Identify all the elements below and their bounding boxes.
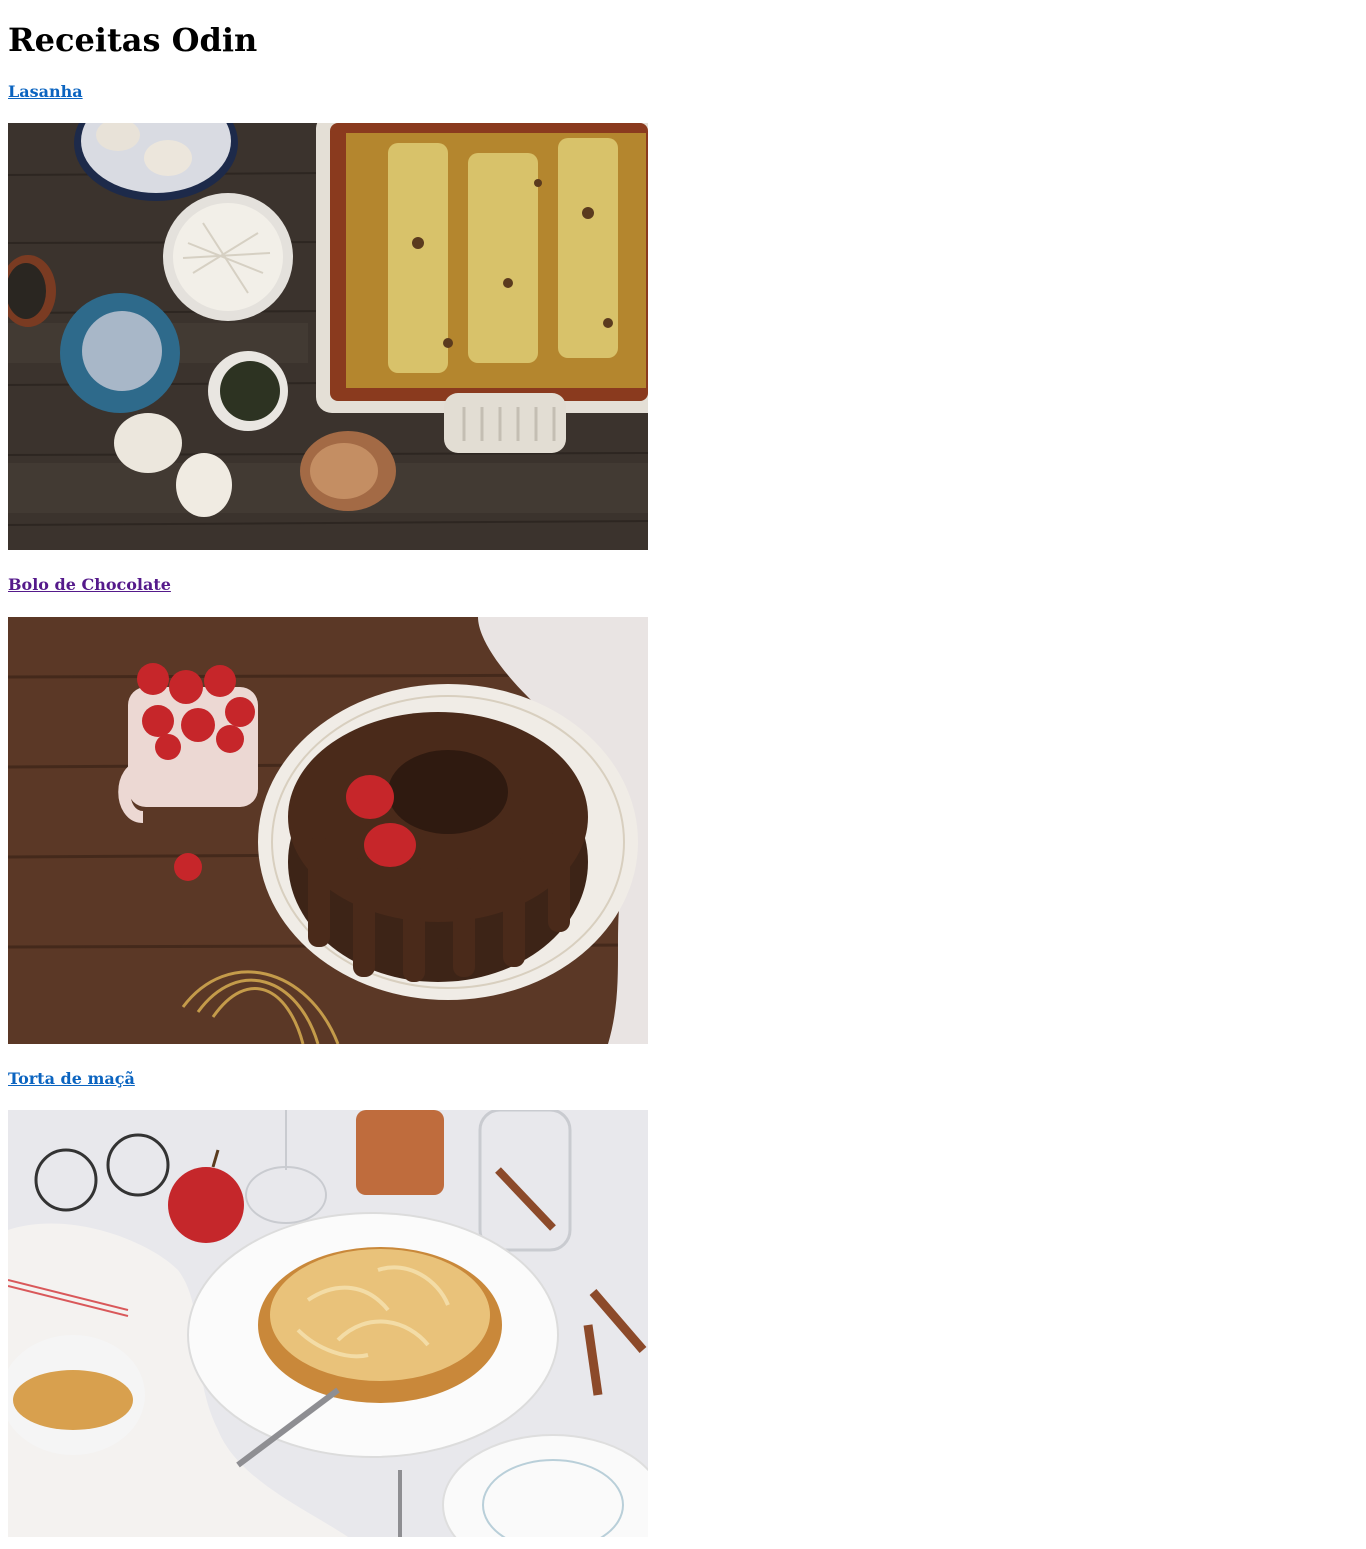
lasagna-image: [8, 123, 648, 550]
chocolate-cake-image: [8, 617, 648, 1044]
recipe-link-torta-de-maca[interactable]: Torta de maçã: [8, 1069, 135, 1089]
apple-pie-image: [8, 1110, 648, 1537]
page-title: Receitas Odin: [8, 21, 258, 59]
recipe-link-bolo-de-chocolate[interactable]: Bolo de Chocolate: [8, 575, 171, 595]
recipe-link-lasanha[interactable]: Lasanha: [8, 82, 83, 102]
